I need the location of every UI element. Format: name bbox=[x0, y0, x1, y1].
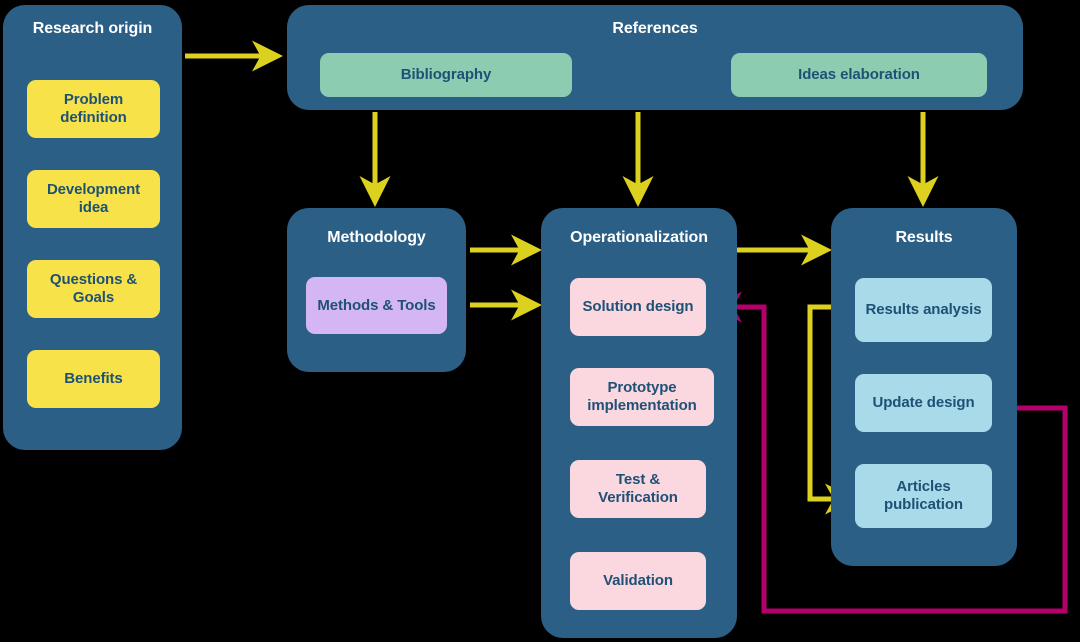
node-problem-definition[interactable]: Problem definition bbox=[27, 80, 160, 138]
panel-title-operationalization: Operationalization bbox=[570, 229, 708, 246]
node-solution-design[interactable]: Solution design bbox=[570, 278, 706, 336]
node-results-analysis[interactable]: Results analysis bbox=[855, 278, 992, 342]
node-bibliography[interactable]: Bibliography bbox=[320, 53, 572, 97]
node-methods-and-tools[interactable]: Methods & Tools bbox=[306, 277, 447, 334]
node-test-verification[interactable]: Test & Verification bbox=[570, 460, 706, 518]
panel-title-results: Results bbox=[895, 229, 953, 246]
node-development-idea[interactable]: Development idea bbox=[27, 170, 160, 228]
panel-title-references: References bbox=[612, 20, 698, 37]
node-questions-goals[interactable]: Questions & Goals bbox=[27, 260, 160, 318]
panel-methodology[interactable]: Methodology Methods & Tools bbox=[287, 208, 466, 372]
node-ideas-elaboration[interactable]: Ideas elaboration bbox=[731, 53, 987, 97]
node-validation[interactable]: Validation bbox=[570, 552, 706, 610]
panel-title-methodology: Methodology bbox=[327, 229, 426, 246]
panel-results[interactable]: Results Results analysis Update design A… bbox=[831, 208, 1017, 566]
node-prototype-implementation[interactable]: Prototype implementation bbox=[570, 368, 714, 426]
node-benefits[interactable]: Benefits bbox=[27, 350, 160, 408]
node-update-design[interactable]: Update design bbox=[855, 374, 992, 432]
panel-research-origin[interactable]: Research origin Problem definition Devel… bbox=[3, 5, 182, 450]
node-articles-publication[interactable]: Articles publication bbox=[855, 464, 992, 528]
panel-references[interactable]: References Bibliography Ideas elaboratio… bbox=[287, 5, 1023, 110]
panel-operationalization[interactable]: Operationalization Solution design Proto… bbox=[541, 208, 737, 638]
diagram-canvas: Research origin Problem definition Devel… bbox=[0, 0, 1080, 642]
panel-title-research-origin: Research origin bbox=[32, 20, 153, 37]
